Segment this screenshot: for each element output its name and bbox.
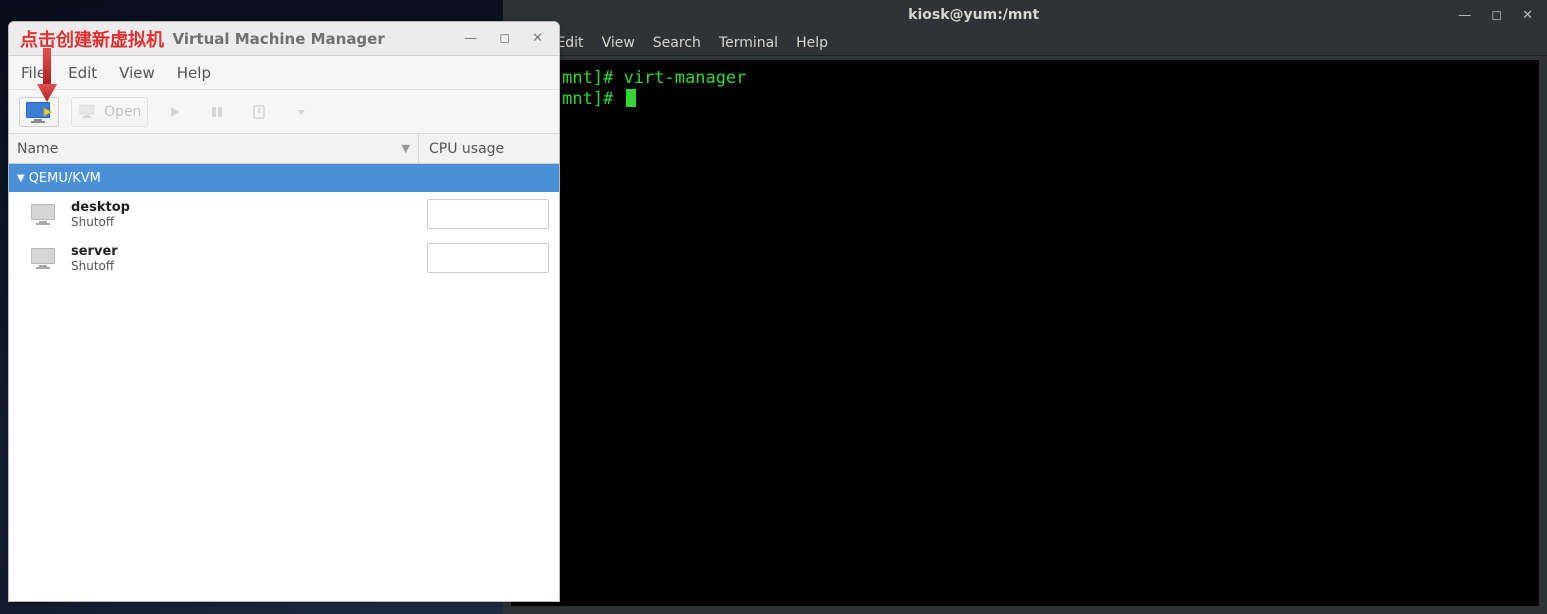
vm-row[interactable]: desktop Shutoff [9, 192, 559, 236]
vmm-close-button[interactable]: ✕ [532, 31, 543, 46]
vmm-column-headers: Name ▼ CPU usage [9, 134, 559, 164]
terminal-cursor [626, 89, 636, 107]
terminal-menu-help[interactable]: Help [796, 35, 828, 51]
pause-icon [210, 105, 224, 119]
vmm-titlebar[interactable]: Virtual Machine Manager — ◻ ✕ [9, 22, 559, 56]
run-vm-button[interactable] [160, 97, 190, 127]
monitor-new-icon [24, 100, 54, 124]
terminal-menu-terminal[interactable]: Terminal [719, 35, 778, 51]
column-header-cpu[interactable]: CPU usage [419, 141, 559, 157]
vmm-menu-file[interactable]: File [21, 64, 46, 82]
column-header-name[interactable]: Name ▼ [9, 134, 419, 163]
vmm-list[interactable]: ▼ QEMU/KVM desktop Shutoff [9, 164, 559, 601]
new-vm-button[interactable] [19, 97, 59, 127]
terminal-line: @yum mnt]# virt-manager [511, 68, 1529, 89]
virt-manager-window: Virtual Machine Manager — ◻ ✕ File Edit … [8, 21, 560, 602]
vm-monitor-icon [29, 246, 59, 270]
power-icon [251, 104, 267, 120]
vm-monitor-icon [29, 202, 59, 226]
terminal-body[interactable]: @yum mnt]# virt-manager @yum mnt]# [503, 56, 1547, 614]
terminal-close-button[interactable]: ✕ [1522, 8, 1533, 23]
terminal-menu-view[interactable]: View [602, 35, 635, 51]
terminal-window: kiosk@yum:/mnt — ◻ ✕ File Edit View Sear… [503, 0, 1547, 614]
chevron-down-icon [296, 107, 306, 117]
monitor-icon [78, 103, 100, 121]
vmm-menu-view[interactable]: View [119, 64, 155, 82]
cpu-usage-graph [427, 199, 549, 229]
terminal-menu-search[interactable]: Search [653, 35, 701, 51]
terminal-menu-edit[interactable]: Edit [556, 35, 583, 51]
vmm-title: Virtual Machine Manager [9, 30, 448, 48]
shutdown-vm-button[interactable] [244, 97, 274, 127]
terminal-titlebar[interactable]: kiosk@yum:/mnt — ◻ ✕ [503, 0, 1547, 30]
vmm-menu-edit[interactable]: Edit [68, 64, 97, 82]
vm-name: server [71, 244, 118, 259]
terminal-maximize-button[interactable]: ◻ [1491, 8, 1502, 23]
connection-row[interactable]: ▼ QEMU/KVM [9, 164, 559, 192]
vmm-menu-help[interactable]: Help [177, 64, 211, 82]
expand-icon: ▼ [17, 173, 25, 184]
vm-status: Shutoff [71, 215, 130, 229]
cpu-usage-graph [427, 243, 549, 273]
vmm-menubar: File Edit View Help [9, 56, 559, 90]
play-icon [168, 105, 182, 119]
shutdown-menu-button[interactable] [286, 97, 316, 127]
terminal-line: @yum mnt]# [511, 89, 1529, 110]
vm-row[interactable]: server Shutoff [9, 236, 559, 280]
open-vm-button[interactable]: Open [71, 97, 148, 127]
vm-name: desktop [71, 200, 130, 215]
vmm-toolbar: Open [9, 90, 559, 134]
pause-vm-button[interactable] [202, 97, 232, 127]
terminal-minimize-button[interactable]: — [1458, 8, 1471, 23]
vm-status: Shutoff [71, 259, 118, 273]
sort-indicator-icon: ▼ [402, 142, 418, 155]
vmm-maximize-button[interactable]: ◻ [499, 31, 510, 46]
terminal-menubar: File Edit View Search Terminal Help [503, 30, 1547, 56]
desktop-background: kiosk@yum:/mnt — ◻ ✕ File Edit View Sear… [0, 0, 1547, 614]
open-button-label: Open [104, 104, 141, 120]
terminal-title: kiosk@yum:/mnt [503, 7, 1444, 23]
vmm-minimize-button[interactable]: — [464, 31, 477, 46]
connection-label: QEMU/KVM [29, 171, 101, 186]
